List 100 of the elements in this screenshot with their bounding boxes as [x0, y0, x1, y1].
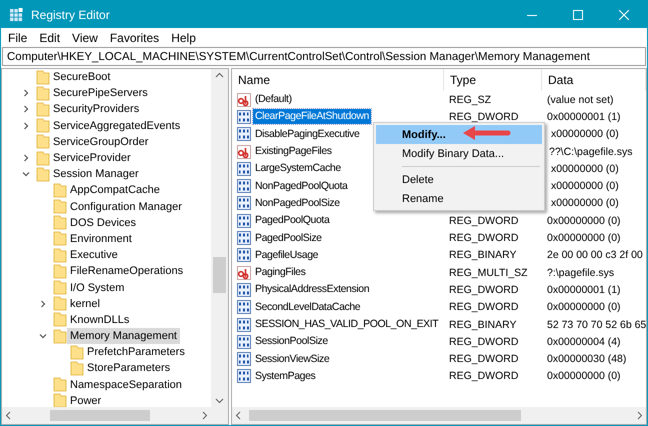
tree-item[interactable]: SecurePipeServers: [50, 85, 151, 102]
tree-item[interactable]: ServiceAggregatedEvents: [50, 118, 184, 134]
scroll-right-icon[interactable]: [202, 411, 208, 420]
tree-item[interactable]: ServiceProvider: [50, 150, 134, 166]
type-cell-text: REG_DWORD: [448, 336, 520, 348]
context-menu-item[interactable]: Modify...: [376, 125, 542, 144]
value-name[interactable]: NonPagedPoolQuota: [253, 178, 350, 194]
value-name[interactable]: PagefileUsage: [253, 248, 320, 263]
collapsed-chevron-icon[interactable]: [22, 105, 30, 114]
scrollbar-thumb[interactable]: [50, 410, 150, 421]
context-menu-item[interactable]: Modify Binary Data...: [376, 144, 542, 163]
column-header[interactable]: Data: [542, 69, 646, 91]
collapsed-chevron-icon[interactable]: [22, 122, 30, 130]
binary-value-icon: [237, 318, 251, 332]
binary-value-icon: [237, 352, 251, 366]
binary-value-icon: [237, 127, 251, 142]
tree-item[interactable]: AppCompatCache: [67, 182, 163, 198]
tree-item[interactable]: kernel: [67, 296, 103, 312]
data-cell-text: x00000000 (0): [550, 128, 620, 140]
data-cell-text: 0x00000004 (4): [546, 336, 622, 348]
folder-icon: [36, 86, 50, 101]
scrollbar-thumb[interactable]: [249, 410, 521, 421]
menu-item[interactable]: Help: [166, 30, 203, 44]
menu-item[interactable]: Favorites: [104, 30, 166, 44]
binary-value-icon: [237, 162, 251, 176]
folder-icon: [36, 70, 50, 85]
value-name[interactable]: NonPagedPoolSize: [253, 196, 342, 211]
context-menu-item[interactable]: Rename: [376, 189, 542, 208]
tree-item[interactable]: KnownDLLs: [67, 312, 132, 328]
data-cell-text: (value not set): [546, 94, 615, 106]
value-name[interactable]: PagedPoolSize: [253, 230, 324, 246]
value-name[interactable]: SESSION_HAS_VALID_POOL_ON_EXIT: [253, 317, 440, 332]
value-name[interactable]: SecondLevelDataCache: [253, 300, 362, 315]
binary-value-icon: [237, 179, 251, 194]
value-name[interactable]: PhysicalAddressExtension: [253, 282, 372, 298]
tree-item[interactable]: Environment: [67, 230, 135, 247]
scroll-left-icon[interactable]: [5, 411, 11, 420]
tree-item[interactable]: Power: [67, 392, 104, 407]
tree-item[interactable]: Configuration Manager: [67, 198, 185, 215]
menu-item[interactable]: View: [67, 30, 105, 44]
scroll-down-icon[interactable]: [215, 398, 224, 404]
column-header[interactable]: Type: [444, 69, 542, 91]
binary-value-icon: [237, 282, 251, 297]
value-name[interactable]: ClearPageFileAtShutdown: [253, 109, 371, 124]
expanded-chevron-icon[interactable]: [39, 332, 47, 340]
folder-icon: [53, 312, 67, 328]
tree-item[interactable]: SecurityProviders: [50, 101, 142, 118]
registry-app-icon: [9, 8, 23, 22]
value-name[interactable]: (Default): [253, 92, 294, 108]
value-name[interactable]: SessionViewSize: [253, 352, 332, 367]
tree-item[interactable]: StoreParameters: [84, 360, 174, 376]
data-cell-text: ??\C:\pagefile.sys: [548, 146, 634, 158]
collapsed-chevron-icon[interactable]: [22, 154, 30, 162]
scrollbar-thumb[interactable]: [213, 257, 226, 293]
scroll-right-icon[interactable]: [637, 411, 643, 420]
folder-icon: [53, 199, 67, 214]
scroll-up-icon[interactable]: [215, 72, 224, 78]
value-name[interactable]: SystemPages: [253, 368, 318, 384]
collapsed-chevron-icon[interactable]: [22, 89, 30, 98]
window-title: Registry Editor: [31, 8, 111, 22]
folder-icon: [53, 264, 67, 279]
type-cell-text: REG_DWORD: [448, 284, 520, 296]
data-cell-text: ?:\pagefile.sys: [546, 266, 616, 279]
scroll-left-icon[interactable]: [235, 411, 241, 420]
tree-item[interactable]: I/O System: [67, 280, 128, 296]
type-cell-text: REG_BINARY: [448, 318, 518, 330]
tree-item[interactable]: Executive: [67, 247, 121, 264]
menu-item[interactable]: File: [3, 30, 34, 44]
binary-value-icon: [237, 110, 251, 124]
tree-item[interactable]: DOS Devices: [67, 214, 140, 231]
collapsed-chevron-icon[interactable]: [39, 300, 47, 308]
data-cell-text: 0x00000000 (0): [546, 301, 622, 314]
data-cell-text: x00000000 (0): [550, 197, 620, 210]
data-cell-text: 52 73 70 70 52 6b 65: [546, 318, 646, 330]
close-icon: [619, 10, 629, 20]
folder-icon: [36, 150, 50, 166]
tree-item[interactable]: NamespaceSeparation: [67, 376, 185, 393]
value-name[interactable]: ExistingPageFiles: [253, 144, 334, 160]
folder-icon: [53, 280, 67, 296]
value-name[interactable]: PagingFiles: [253, 265, 308, 280]
tree-item[interactable]: Session Manager: [50, 166, 142, 182]
column-header[interactable]: Name: [232, 69, 444, 91]
tree-item[interactable]: Memory Management: [67, 328, 180, 344]
value-name[interactable]: DisablePagingExecutive: [253, 126, 362, 142]
type-cell-text: REG_SZ: [448, 94, 492, 106]
folder-icon: [36, 134, 50, 150]
tree-item[interactable]: FileRenameOperations: [67, 263, 186, 280]
folder-icon: [53, 182, 67, 198]
value-name[interactable]: SessionPoolSize: [253, 334, 330, 350]
address-field[interactable]: Computer\HKEY_LOCAL_MACHINE\SYSTEM\CurrentControlSet\Control\Session Manager\Memory Management: [2, 47, 646, 66]
value-name[interactable]: LargeSystemCache: [253, 161, 343, 176]
value-name[interactable]: PagedPoolQuota: [253, 213, 332, 228]
expanded-chevron-icon[interactable]: [22, 170, 30, 178]
folder-icon: [36, 102, 50, 117]
tree-item[interactable]: SecureBoot: [50, 69, 114, 86]
tree-item[interactable]: PrefetchParameters: [84, 344, 188, 360]
binary-value-icon: [237, 248, 251, 262]
context-menu-item[interactable]: Delete: [376, 170, 542, 189]
menu-item[interactable]: Edit: [34, 30, 68, 44]
tree-item[interactable]: ServiceGroupOrder: [50, 134, 152, 150]
